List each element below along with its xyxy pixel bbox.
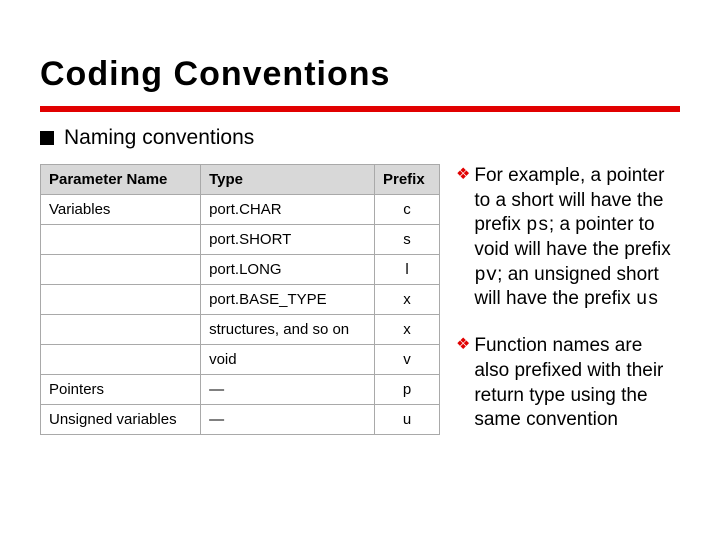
- diamond-bullet-icon: ❖: [456, 164, 470, 312]
- cell-prefix: u: [374, 405, 439, 435]
- cell-prefix: x: [374, 285, 439, 315]
- cell-name: Pointers: [41, 375, 201, 405]
- note-example: ❖ For example, a pointer to a short will…: [456, 164, 680, 312]
- table-row: void v: [41, 345, 440, 375]
- table-row: port.LONG l: [41, 255, 440, 285]
- code-ps: ps: [526, 214, 549, 236]
- cell-name: [41, 345, 201, 375]
- title-rule: [40, 106, 680, 112]
- col-type: Type: [201, 165, 375, 195]
- cell-type: structures, and so on: [201, 315, 375, 345]
- table-row: port.BASE_TYPE x: [41, 285, 440, 315]
- cell-prefix: x: [374, 315, 439, 345]
- cell-prefix: v: [374, 345, 439, 375]
- square-bullet-icon: [40, 131, 54, 145]
- note-functions: ❖ Function names are also prefixed with …: [456, 334, 680, 433]
- table-row: port.SHORT s: [41, 225, 440, 255]
- cell-type: port.LONG: [201, 255, 375, 285]
- table-row: Unsigned variables — u: [41, 405, 440, 435]
- cell-type: port.CHAR: [201, 195, 375, 225]
- note-functions-body: Function names are also prefixed with th…: [474, 334, 680, 433]
- note-example-body: For example, a pointer to a short will h…: [474, 164, 680, 312]
- cell-prefix: c: [374, 195, 439, 225]
- cell-prefix: p: [374, 375, 439, 405]
- notes-column: ❖ For example, a pointer to a short will…: [456, 164, 680, 455]
- cell-name: Unsigned variables: [41, 405, 201, 435]
- code-us: us: [636, 288, 659, 310]
- table-header-row: Parameter Name Type Prefix: [41, 165, 440, 195]
- diamond-bullet-icon: ❖: [456, 334, 470, 433]
- cell-type: —: [201, 375, 375, 405]
- page-title: Coding Conventions: [40, 55, 680, 94]
- table-row: Pointers — p: [41, 375, 440, 405]
- table-row: Variables port.CHAR c: [41, 195, 440, 225]
- col-prefix: Prefix: [374, 165, 439, 195]
- note1-part3: ; an unsigned short will have the prefix: [474, 264, 658, 310]
- cell-name: Variables: [41, 195, 201, 225]
- cell-type: —: [201, 405, 375, 435]
- cell-name: [41, 285, 201, 315]
- cell-type: port.SHORT: [201, 225, 375, 255]
- cell-name: [41, 225, 201, 255]
- subheading-text: Naming conventions: [64, 126, 254, 150]
- cell-prefix: s: [374, 225, 439, 255]
- prefix-table: Parameter Name Type Prefix Variables por…: [40, 164, 440, 435]
- table-row: structures, and so on x: [41, 315, 440, 345]
- cell-prefix: l: [374, 255, 439, 285]
- cell-type: void: [201, 345, 375, 375]
- subheading-row: Naming conventions: [40, 126, 680, 150]
- code-pv: pv: [474, 264, 497, 286]
- col-parameter-name: Parameter Name: [41, 165, 201, 195]
- cell-name: [41, 255, 201, 285]
- prefix-table-container: Parameter Name Type Prefix Variables por…: [40, 164, 440, 455]
- cell-name: [41, 315, 201, 345]
- cell-type: port.BASE_TYPE: [201, 285, 375, 315]
